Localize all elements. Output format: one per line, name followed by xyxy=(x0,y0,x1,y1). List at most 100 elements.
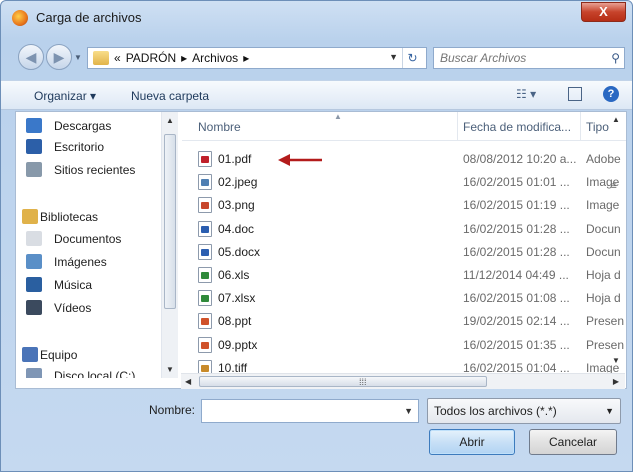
file-name: 02.jpeg xyxy=(218,175,258,190)
scroll-down-icon[interactable]: ▼ xyxy=(166,365,174,374)
file-date: 16/02/2015 01:08 ... xyxy=(463,291,570,306)
nav-item-label: Música xyxy=(54,278,93,292)
help-icon[interactable]: ? xyxy=(603,86,619,102)
view-options-icon[interactable]: ☷ ▾ xyxy=(516,87,536,101)
address-bar: ◀ ▶ ▼ « PADRÓN ▸ Archivos ▸ ▼ ↻ ⚲ xyxy=(1,37,632,79)
navigation-scrollbar[interactable]: ▲ ▼ xyxy=(161,112,178,378)
file-row[interactable]: 06.xls 11/12/2014 04:49 ... Hoja d xyxy=(182,264,626,286)
file-date: 19/02/2015 02:14 ... xyxy=(463,314,570,329)
nav-item[interactable]: Equipo xyxy=(16,345,161,365)
scroll-thumb[interactable] xyxy=(164,134,176,309)
command-bar: Organizar ▾ Nueva carpeta ☷ ▾ ? xyxy=(1,80,632,110)
file-date: 08/08/2012 10:20 a... xyxy=(463,152,577,166)
file-date: 16/02/2015 01:28 ... xyxy=(463,221,570,236)
file-date: 16/02/2015 01:35 ... xyxy=(463,337,570,352)
nav-item-label: Sitios recientes xyxy=(54,163,136,177)
history-dropdown-icon[interactable]: ▼ xyxy=(74,53,82,62)
new-folder-button[interactable]: Nueva carpeta xyxy=(131,89,209,103)
column-divider[interactable] xyxy=(457,112,458,141)
sort-ascending-icon: ▲ xyxy=(334,112,342,121)
nav-item[interactable]: Imágenes xyxy=(16,252,161,272)
nav-item-label: Equipo xyxy=(40,348,78,362)
file-name-input[interactable] xyxy=(205,403,395,419)
column-divider[interactable] xyxy=(580,112,581,141)
breadcrumb-path: « PADRÓN ▸ Archivos ▸ xyxy=(114,51,254,65)
nav-item[interactable]: Música xyxy=(16,275,161,295)
file-list-vertical-scrollbar[interactable]: ▲ ≡ ▼ xyxy=(609,111,624,373)
file-row[interactable]: 01.pdf 08/08/2012 10:20 a... Adobe xyxy=(182,148,626,170)
browser-area: Descargas Escritorio Sitios recientes Bibli… xyxy=(15,111,627,389)
close-button[interactable]: X xyxy=(581,2,626,22)
file-name: 08.ppt xyxy=(218,314,252,329)
jpeg-file-icon xyxy=(198,174,212,191)
file-row[interactable]: 09.pptx 16/02/2015 01:35 ... Presen xyxy=(182,334,626,356)
window-title: Carga de archivos xyxy=(36,10,142,25)
file-name: 05.docx xyxy=(218,244,261,259)
nav-item[interactable]: Documentos xyxy=(16,229,161,249)
file-date: 16/02/2015 01:19 ... xyxy=(463,198,570,213)
file-row[interactable]: 02.jpeg 16/02/2015 01:01 ... Image xyxy=(182,171,626,193)
nav-item[interactable]: Sitios recientes xyxy=(16,160,161,180)
breadcrumb-separator-icon[interactable]: ▸ xyxy=(243,51,249,65)
scroll-right-icon[interactable]: ▶ xyxy=(613,377,619,386)
file-name: 01.pdf xyxy=(218,152,252,166)
scroll-up-icon[interactable]: ▲ xyxy=(612,115,620,124)
nav-item-label: Bibliotecas xyxy=(40,210,99,224)
organize-menu-button[interactable]: Organizar ▾ xyxy=(34,89,96,103)
folder-icon xyxy=(93,51,109,65)
column-date[interactable]: Fecha de modifica... xyxy=(463,120,571,134)
back-button[interactable]: ◀ xyxy=(18,44,44,70)
scroll-thumb[interactable]: ⁞⁞⁞ xyxy=(199,376,487,387)
breadcrumb-item[interactable]: PADRÓN xyxy=(126,51,176,65)
nav-item[interactable]: Disco local (C:) xyxy=(16,366,161,378)
nav-item-label: Disco local (C:) xyxy=(54,369,136,378)
file-upload-dialog: Carga de archivos X ◀ ▶ ▼ « PADRÓN ▸ Archiv… xyxy=(0,0,633,472)
nav-item-label: Imágenes xyxy=(54,255,107,269)
search-box[interactable]: ⚲ xyxy=(433,47,625,69)
music-icon xyxy=(26,277,42,292)
pictures-icon xyxy=(26,254,42,269)
breadcrumb-separator-icon[interactable]: « xyxy=(114,51,121,65)
file-row[interactable]: 08.ppt 19/02/2015 02:14 ... Presen xyxy=(182,310,626,332)
file-name: 06.xls xyxy=(218,268,250,282)
scroll-grip-icon[interactable]: ≡ xyxy=(611,181,617,192)
scroll-down-icon[interactable]: ▼ xyxy=(612,356,620,365)
cancel-button[interactable]: Cancelar xyxy=(529,429,617,455)
arrow-left-icon: ◀ xyxy=(25,49,37,65)
xlsx-file-icon xyxy=(198,290,212,307)
file-list-horizontal-scrollbar[interactable]: ◀ ⁞⁞⁞ ▶ xyxy=(181,373,625,389)
file-row[interactable]: 03.png 16/02/2015 01:19 ... Image xyxy=(182,194,626,216)
scroll-left-icon[interactable]: ◀ xyxy=(185,377,191,386)
open-button[interactable]: Abrir xyxy=(429,429,515,455)
nav-item[interactable]: Descargas xyxy=(16,116,161,136)
address-dropdown-icon[interactable]: ▼ xyxy=(389,52,398,62)
local-disk-icon xyxy=(26,368,42,378)
file-name-combobox[interactable]: ▼ xyxy=(201,399,419,423)
breadcrumb[interactable]: « PADRÓN ▸ Archivos ▸ ▼ ↻ xyxy=(87,47,427,69)
file-date: 16/02/2015 01:01 ... xyxy=(463,175,570,190)
nav-item[interactable]: Escritorio xyxy=(16,137,161,157)
preview-pane-icon[interactable] xyxy=(568,87,582,101)
forward-button[interactable]: ▶ xyxy=(46,44,72,70)
scroll-up-icon[interactable]: ▲ xyxy=(166,116,174,125)
column-type[interactable]: Tipo xyxy=(586,120,609,134)
file-row[interactable]: 04.doc 16/02/2015 01:28 ... Docun xyxy=(182,218,626,240)
nav-item[interactable]: Bibliotecas xyxy=(16,207,161,227)
ppt-file-icon xyxy=(198,313,212,330)
column-name[interactable]: Nombre xyxy=(198,120,241,134)
refresh-button[interactable]: ↻ xyxy=(402,48,422,68)
title-bar[interactable]: Carga de archivos X xyxy=(1,1,632,33)
search-icon[interactable]: ⚲ xyxy=(611,51,620,65)
breadcrumb-separator-icon[interactable]: ▸ xyxy=(181,51,187,65)
search-input[interactable] xyxy=(440,50,600,66)
file-row[interactable]: 05.docx 16/02/2015 01:28 ... Docun xyxy=(182,241,626,263)
file-type-select[interactable]: Todos los archivos (*.*) ▼ xyxy=(427,398,621,424)
file-type-value: Todos los archivos (*.*) xyxy=(434,404,557,418)
nav-item[interactable]: Vídeos xyxy=(16,298,161,318)
arrow-right-icon: ▶ xyxy=(53,49,65,65)
file-row[interactable]: 07.xlsx 16/02/2015 01:08 ... Hoja d xyxy=(182,287,626,309)
documents-icon xyxy=(26,231,42,246)
chevron-down-icon[interactable]: ▼ xyxy=(404,406,413,416)
file-name-label: Nombre: xyxy=(149,403,196,417)
breadcrumb-item[interactable]: Archivos xyxy=(192,51,238,65)
